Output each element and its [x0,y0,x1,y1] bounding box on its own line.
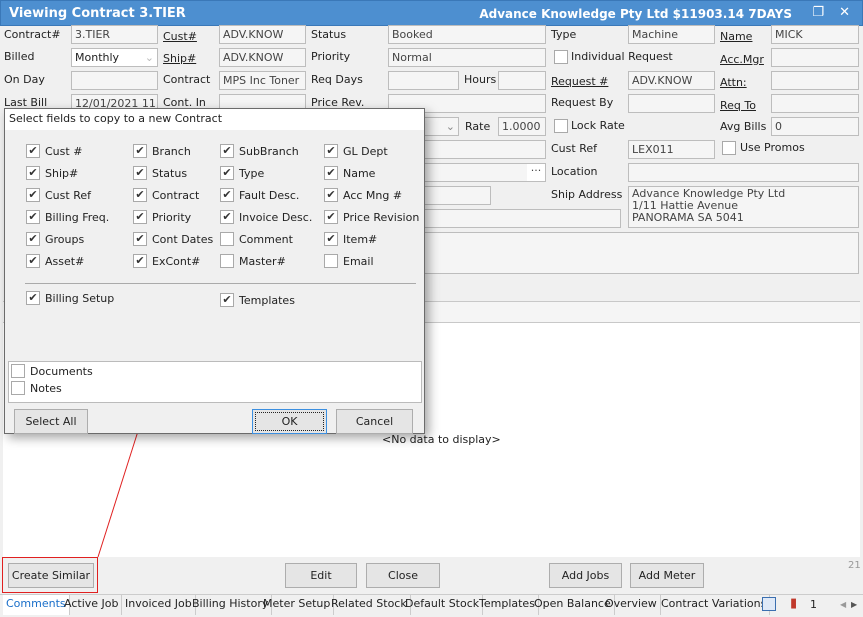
checkbox-box[interactable] [133,210,147,224]
field-checkbox[interactable]: Comment [220,232,293,246]
field-checkbox[interactable]: Ship# [26,166,78,180]
checkbox-label: Invoice Desc. [239,210,313,224]
checkbox-label: Cust # [45,144,83,158]
checkbox-label: Status [152,166,188,180]
checkbox-label: Billing Freq. [45,210,110,224]
cancel-button[interactable]: Cancel [336,409,413,434]
checkbox-label: Billing Setup [45,291,115,305]
field-checkbox[interactable]: Cust # [26,144,82,158]
field-checkbox[interactable]: Email [324,254,374,268]
checkbox-box[interactable] [11,381,25,395]
templates-checkbox[interactable]: Templates [220,293,295,307]
field-checkbox[interactable]: Invoice Desc. [220,210,312,224]
checkbox-label: Notes [30,381,62,395]
notes-checkbox[interactable]: Notes [11,381,62,395]
field-checkbox[interactable]: Contract [133,188,199,202]
checkbox-label: Groups [45,232,85,246]
checkbox-box[interactable] [324,254,338,268]
checkbox-box[interactable] [26,144,40,158]
checkbox-box[interactable] [220,293,234,307]
field-checkbox[interactable]: Price Revision [324,210,419,224]
checkbox-label: Name [343,166,376,180]
field-checkbox[interactable]: Acc Mng # [324,188,402,202]
checkbox-box[interactable] [133,232,147,246]
checkbox-box[interactable] [133,254,147,268]
field-checkbox[interactable]: Groups [26,232,84,246]
checkbox-label: Ship# [45,166,79,180]
field-checkbox[interactable]: Master# [220,254,286,268]
checkbox-box[interactable] [26,254,40,268]
checkbox-label: GL Dept [343,144,388,158]
checkbox-label: SubBranch [239,144,299,158]
checkbox-label: Documents [30,364,93,378]
checkbox-box[interactable] [26,291,40,305]
divider [25,283,416,284]
checkbox-label: Priority [152,210,192,224]
checkbox-label: Master# [239,254,286,268]
field-checkbox[interactable]: SubBranch [220,144,299,158]
checkbox-box[interactable] [324,210,338,224]
checkbox-box[interactable] [220,144,234,158]
checkbox-box[interactable] [220,254,234,268]
field-checkbox[interactable]: Type [220,166,264,180]
checkbox-box[interactable] [220,232,234,246]
field-checkbox[interactable]: Billing Freq. [26,210,109,224]
checkbox-label: Fault Desc. [239,188,300,202]
field-checkbox[interactable]: Status [133,166,187,180]
checkbox-box[interactable] [26,188,40,202]
field-checkbox[interactable]: ExCont# [133,254,200,268]
checkbox-box[interactable] [26,210,40,224]
ok-button[interactable]: OK [252,409,327,434]
field-checkbox[interactable]: Item# [324,232,377,246]
checkbox-box[interactable] [324,144,338,158]
checkbox-label: Contract [152,188,200,202]
field-checkbox[interactable]: GL Dept [324,144,388,158]
checkbox-box[interactable] [26,232,40,246]
select-all-button[interactable]: Select All [14,409,88,434]
attachments-list: Documents Notes [8,361,422,403]
checkbox-label: Email [343,254,374,268]
dialog-title: Select fields to copy to a new Contract [5,109,424,130]
checkbox-label: Branch [152,144,191,158]
checkbox-box[interactable] [133,166,147,180]
checkbox-label: Price Revision [343,210,420,224]
checkbox-box[interactable] [324,166,338,180]
field-checkbox[interactable]: Asset# [26,254,84,268]
field-checkbox[interactable]: Cust Ref [26,188,91,202]
checkbox-box[interactable] [133,144,147,158]
checkbox-label: Type [239,166,265,180]
billing-setup-checkbox[interactable]: Billing Setup [26,291,114,305]
documents-checkbox[interactable]: Documents [11,364,93,378]
checkbox-label: Templates [239,293,295,307]
checkbox-box[interactable] [324,188,338,202]
field-checkbox[interactable]: Name [324,166,375,180]
copy-fields-dialog: Select fields to copy to a new Contract … [4,108,425,434]
checkbox-label: Asset# [45,254,85,268]
checkbox-box[interactable] [26,166,40,180]
field-checkbox[interactable]: Branch [133,144,191,158]
checkbox-label: Comment [239,232,293,246]
checkbox-label: Cont Dates [152,232,214,246]
checkbox-box[interactable] [324,232,338,246]
checkbox-label: Item# [343,232,378,246]
checkbox-box[interactable] [133,188,147,202]
checkbox-label: Cust Ref [45,188,91,202]
checkbox-box[interactable] [220,210,234,224]
checkbox-box[interactable] [220,188,234,202]
field-checkbox[interactable]: Fault Desc. [220,188,299,202]
checkbox-box[interactable] [11,364,25,378]
field-checkbox[interactable]: Priority [133,210,191,224]
checkbox-label: ExCont# [152,254,201,268]
checkbox-box[interactable] [220,166,234,180]
field-checkbox[interactable]: Cont Dates [133,232,213,246]
checkbox-label: Acc Mng # [343,188,403,202]
